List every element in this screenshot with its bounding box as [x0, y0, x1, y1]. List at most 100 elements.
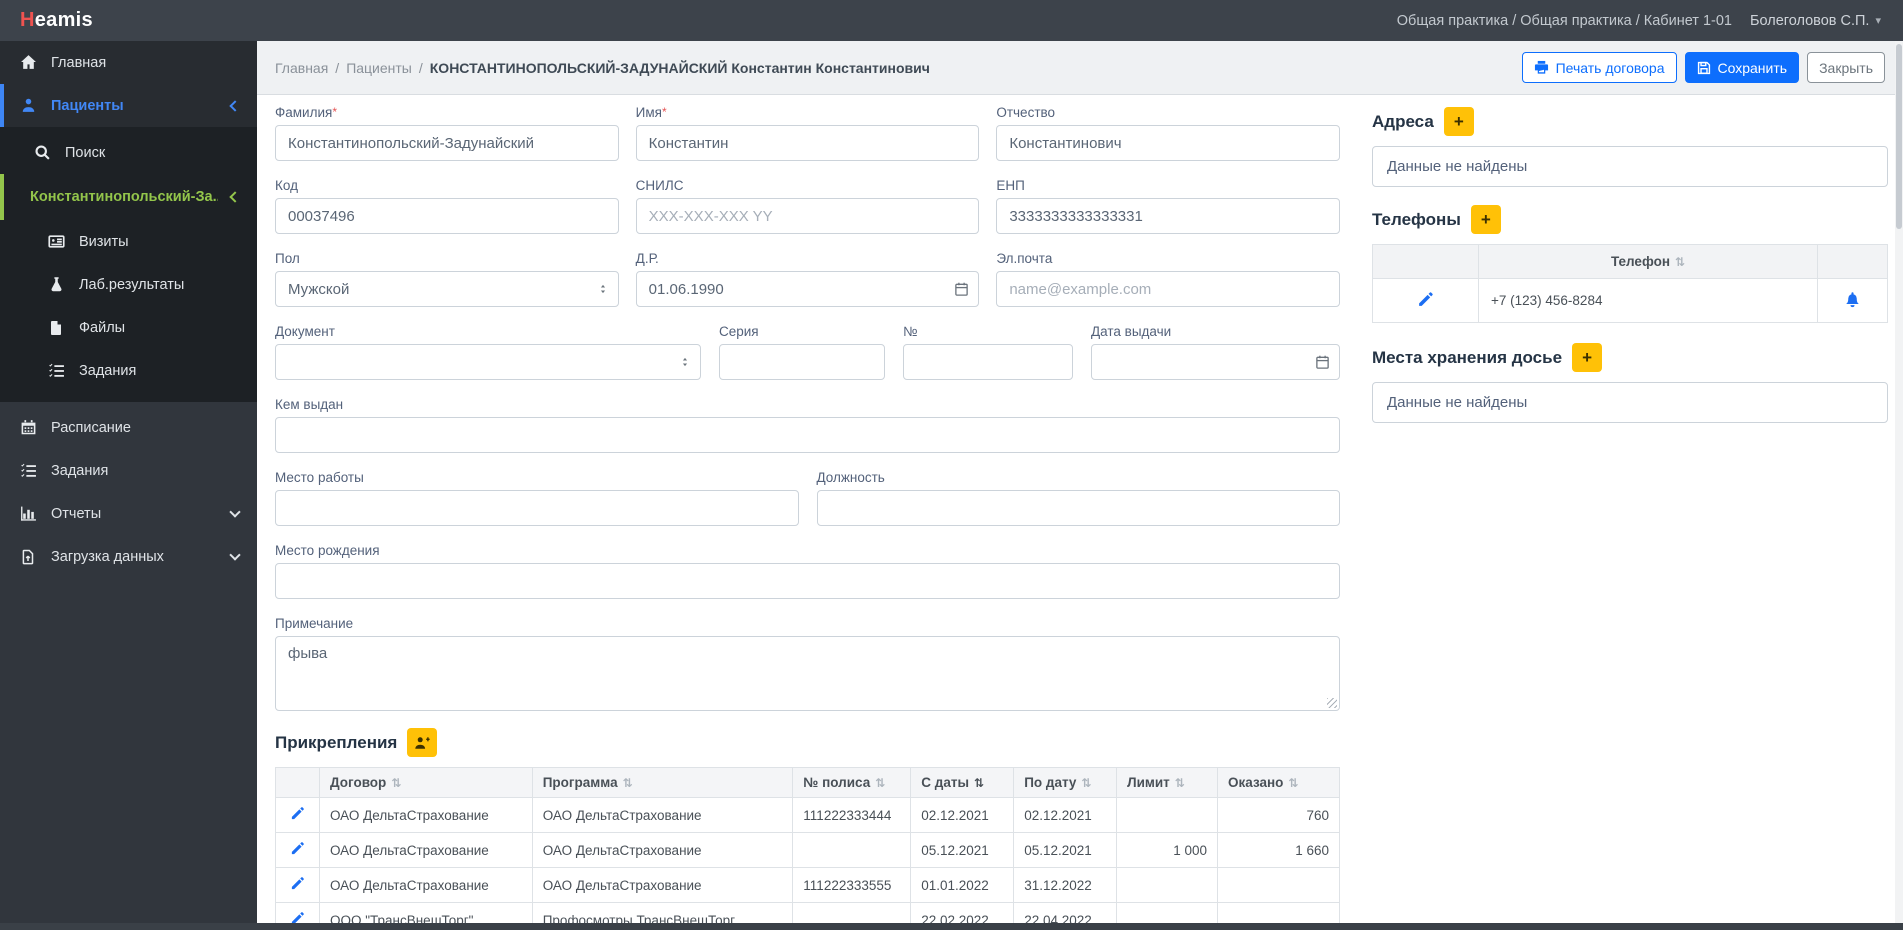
- sidebar-item-lab-results[interactable]: Лаб.результаты: [0, 263, 257, 306]
- middlename-input[interactable]: [996, 125, 1341, 161]
- edit-pencil-icon[interactable]: [290, 876, 305, 891]
- to-cell: 05.12.2021: [1013, 832, 1118, 868]
- breadcrumb-home-link[interactable]: Главная: [275, 60, 328, 76]
- sidebar-item-label: Отчеты: [51, 505, 102, 522]
- dossier-section-title: Места хранения досье +: [1372, 343, 1888, 372]
- workplace-input[interactable]: [275, 490, 799, 526]
- sidebar-item-schedule[interactable]: Расписание: [0, 406, 257, 449]
- rendered-column-header[interactable]: Оказано ⇅: [1217, 767, 1340, 798]
- enp-input[interactable]: [996, 198, 1341, 234]
- contract-column-header[interactable]: Договор ⇅: [318, 767, 533, 798]
- sort-icon[interactable]: ⇅: [623, 776, 633, 790]
- gender-label: Пол: [275, 251, 300, 266]
- scrollbar-thumb[interactable]: [1896, 44, 1902, 229]
- policy-column-header[interactable]: № полиса ⇅: [792, 767, 912, 798]
- sidebar-item-visits[interactable]: Визиты: [0, 220, 257, 263]
- logo-rest: eamis: [34, 9, 93, 31]
- printer-icon: [1534, 60, 1549, 75]
- sort-icon[interactable]: ⇅: [875, 776, 885, 790]
- to-date-column-header[interactable]: По дату ⇅: [1013, 767, 1118, 798]
- vertical-scrollbar[interactable]: [1895, 41, 1903, 923]
- program-column-header[interactable]: Программа ⇅: [531, 767, 794, 798]
- edit-pencil-icon[interactable]: [290, 841, 305, 856]
- sidebar-item-home[interactable]: Главная: [0, 41, 257, 84]
- addresses-empty-message: Данные не найдены: [1372, 146, 1888, 187]
- sort-icon[interactable]: ⇅: [391, 776, 401, 790]
- snils-input[interactable]: [635, 198, 980, 234]
- issue-date-input[interactable]: [1091, 344, 1340, 380]
- email-label: Эл.почта: [996, 251, 1053, 266]
- firstname-input[interactable]: [635, 125, 980, 161]
- save-button[interactable]: Сохранить: [1684, 52, 1800, 83]
- birthdate-input[interactable]: [635, 271, 980, 307]
- position-input[interactable]: [816, 490, 1340, 526]
- close-button[interactable]: Закрыть: [1807, 52, 1885, 83]
- middlename-label: Отчество: [996, 105, 1056, 120]
- add-address-button[interactable]: +: [1443, 107, 1474, 136]
- add-attachment-button[interactable]: [407, 728, 438, 757]
- number-input[interactable]: [903, 344, 1073, 380]
- phones-section-title: Телефоны +: [1372, 205, 1888, 234]
- code-label: Код: [275, 178, 298, 193]
- sidebar-item-reports[interactable]: Отчеты: [0, 492, 257, 535]
- sort-icon[interactable]: ⇅: [1675, 255, 1685, 269]
- issued-by-input[interactable]: [275, 417, 1340, 453]
- from-cell: 02.12.2021: [910, 797, 1015, 833]
- snils-label: СНИЛС: [635, 178, 684, 193]
- app-logo[interactable]: Heamis: [20, 9, 93, 32]
- resize-handle[interactable]: [1327, 698, 1337, 708]
- sidebar-item-label: Пациенты: [51, 97, 124, 114]
- calendar-icon[interactable]: [954, 282, 969, 297]
- contract-cell: ОАО ДельтаСтрахование: [318, 797, 533, 833]
- edit-pencil-icon[interactable]: [1417, 291, 1434, 308]
- edit-pencil-icon[interactable]: [290, 806, 305, 821]
- program-cell: ОАО ДельтаСтрахование: [531, 867, 794, 903]
- bell-icon[interactable]: [1844, 291, 1861, 308]
- series-input[interactable]: [719, 344, 885, 380]
- sort-icon[interactable]: ⇅: [1288, 776, 1298, 790]
- sidebar-item-files[interactable]: Файлы: [0, 306, 257, 349]
- home-icon: [18, 54, 38, 71]
- sidebar-item-search[interactable]: Поиск: [0, 131, 257, 174]
- birthplace-input[interactable]: [275, 563, 1340, 599]
- policy-cell: [792, 832, 912, 868]
- list-check-icon: [18, 462, 38, 479]
- sidebar-item-data-upload[interactable]: Загрузка данных: [0, 535, 257, 578]
- enp-label: ЕНП: [996, 178, 1025, 193]
- limit-cell: 1 000: [1116, 832, 1219, 868]
- actions-column-header: [1817, 244, 1888, 279]
- user-menu[interactable]: Болеголовов С.П. ▾: [1750, 13, 1881, 29]
- sidebar-item-label: Визиты: [79, 233, 129, 250]
- limit-column-header[interactable]: Лимит ⇅: [1116, 767, 1219, 798]
- right-panel: Адреса + Данные не найдены Телефоны + Те…: [1372, 105, 1888, 930]
- sort-icon[interactable]: ⇅: [1081, 776, 1091, 790]
- code-input[interactable]: [275, 198, 619, 234]
- sidebar-item-patients[interactable]: Пациенты: [0, 84, 257, 127]
- sort-active-icon[interactable]: ⇅: [974, 776, 984, 790]
- email-input[interactable]: [996, 271, 1341, 307]
- note-textarea[interactable]: фыва: [275, 636, 1340, 711]
- bar-chart-icon: [18, 505, 38, 522]
- add-dossier-location-button[interactable]: +: [1572, 343, 1603, 372]
- from-date-column-header[interactable]: С даты ⇅: [910, 767, 1015, 798]
- chevron-left-icon: [229, 191, 241, 203]
- sidebar-item-patient-tasks[interactable]: Задания: [0, 349, 257, 392]
- phone-column-header[interactable]: Телефон ⇅: [1478, 244, 1818, 279]
- birthdate-label: Д.Р.: [635, 251, 659, 266]
- rendered-cell: 760: [1217, 797, 1340, 833]
- calendar-icon[interactable]: [1315, 355, 1330, 370]
- lastname-input[interactable]: [275, 125, 619, 161]
- breadcrumb-patients-link[interactable]: Пациенты: [346, 60, 412, 76]
- gender-select[interactable]: Мужской: [275, 271, 619, 307]
- document-select[interactable]: [275, 344, 701, 380]
- person-plus-icon: [414, 735, 430, 751]
- save-icon: [1697, 61, 1711, 75]
- sort-icon[interactable]: ⇅: [1175, 776, 1185, 790]
- print-contract-button[interactable]: Печать договора: [1521, 52, 1677, 83]
- page-header: Главная / Пациенты / КОНСТАНТИНОПОЛЬСКИЙ…: [257, 41, 1903, 95]
- sidebar-item-tasks[interactable]: Задания: [0, 449, 257, 492]
- birthplace-label: Место рождения: [275, 543, 380, 558]
- sidebar-item-current-patient[interactable]: Константинопольский-За...: [0, 174, 257, 220]
- add-phone-button[interactable]: +: [1470, 205, 1501, 234]
- caret-down-icon: ▾: [1875, 15, 1881, 27]
